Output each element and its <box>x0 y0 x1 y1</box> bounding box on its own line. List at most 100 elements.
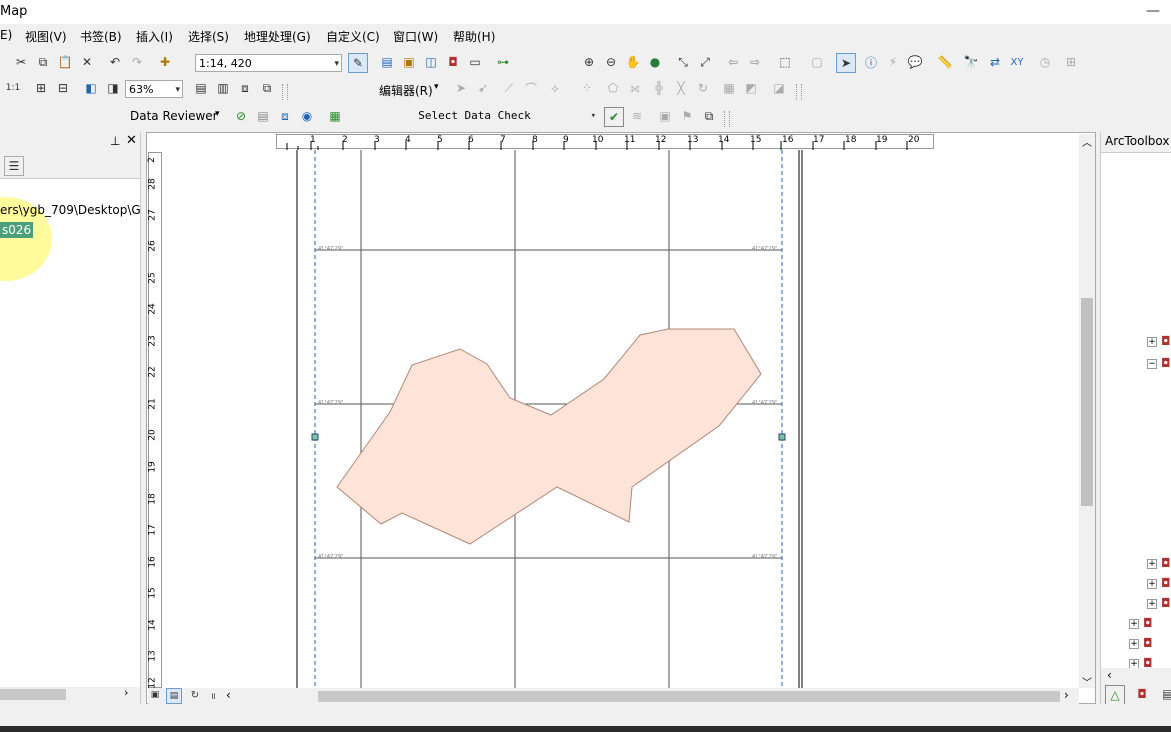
validate-icon[interactable]: ◉ <box>298 107 316 125</box>
select-data-check-combobox[interactable]: Select Data Check ▾ <box>348 107 598 125</box>
expand-icon[interactable]: + <box>1147 599 1157 609</box>
python-window-icon[interactable]: ▭ <box>466 53 484 71</box>
refresh-icon[interactable]: ↻ <box>188 688 202 702</box>
paste-icon[interactable]: 📋 <box>56 53 74 71</box>
batch-validate-icon[interactable]: ▦ <box>326 107 344 125</box>
menu-geoprocessing[interactable]: 地理处理(G) <box>244 28 311 45</box>
zoom-combobox[interactable]: 63% ▾ <box>125 80 183 98</box>
toggle-draft-mode-icon[interactable]: ▤ <box>192 79 210 97</box>
close-icon[interactable]: ✕ <box>126 133 137 148</box>
chevron-down-icon[interactable]: ▾ <box>215 109 220 119</box>
index-tab-icon[interactable]: ▤ <box>1159 685 1171 703</box>
toolbox-tab-icon[interactable]: ◘ <box>1133 685 1151 703</box>
expand-icon[interactable]: + <box>1147 559 1157 569</box>
editor-menu[interactable]: 编辑器(R) <box>379 82 433 99</box>
delete-icon[interactable]: ✕ <box>78 53 96 71</box>
layer-name[interactable]: s026 <box>0 222 34 238</box>
menu-windows[interactable]: 窗口(W) <box>393 28 438 45</box>
toc-hscroll-thumb[interactable] <box>0 689 66 700</box>
check-properties-icon[interactable]: ≋ <box>628 107 646 125</box>
find-route-icon[interactable]: ⇄ <box>986 53 1004 71</box>
data-reviewer-menu[interactable]: Data Reviewer <box>130 109 218 123</box>
toolbar-grip[interactable] <box>724 111 730 127</box>
next-extent-icon[interactable]: ◨ <box>104 79 122 97</box>
chevron-down-icon[interactable]: ▾ <box>334 55 339 73</box>
scroll-left-icon[interactable]: ‹ <box>226 688 231 702</box>
expand-icon[interactable]: + <box>1129 619 1139 629</box>
scroll-up-icon[interactable]: ︿ <box>1082 134 1092 149</box>
identify-icon[interactable]: ⓘ <box>862 53 880 71</box>
menu-view[interactable]: 视图(V) <box>25 28 67 45</box>
layout-canvas[interactable] <box>162 150 1078 688</box>
collapse-icon[interactable]: − <box>1147 359 1157 369</box>
editor-toolbar-icon[interactable]: ✎ <box>348 53 368 73</box>
reshape-icon[interactable]: ⟗ <box>626 79 644 97</box>
change-layout-icon[interactable]: ⧈ <box>236 79 254 97</box>
favorites-tab-icon[interactable]: △ <box>1105 685 1125 705</box>
data-driven-pages-icon[interactable]: ⧉ <box>258 79 276 97</box>
end-point-arc-icon[interactable]: ⌒ <box>522 79 540 97</box>
scroll-down-icon[interactable]: ﹀ <box>1082 674 1092 689</box>
arctoolbox-hscroll[interactable]: ‹ <box>1101 668 1171 684</box>
fixed-zoom-out-icon[interactable]: ⤢ <box>696 53 714 71</box>
chevron-down-icon[interactable]: ▾ <box>591 107 596 125</box>
table-of-contents-icon[interactable]: ▤ <box>378 53 396 71</box>
toolbar-grip[interactable] <box>796 84 802 100</box>
minimize-icon[interactable]: — <box>1140 0 1166 24</box>
reviewer-table-icon[interactable]: ▤ <box>254 107 272 125</box>
menu-edit[interactable]: E) <box>0 28 12 42</box>
measure-icon[interactable]: 📏 <box>936 53 954 71</box>
go-to-xy-icon[interactable]: XY <box>1008 53 1026 71</box>
data-source-path[interactable]: ers\ygb_709\Desktop\G <box>0 203 140 217</box>
expand-icon[interactable]: + <box>1129 639 1139 649</box>
scroll-right-icon[interactable]: › <box>1064 688 1069 702</box>
time-slider-icon[interactable]: ◷ <box>1036 53 1054 71</box>
run-check-icon[interactable]: ✔ <box>604 107 624 127</box>
search-window-icon[interactable]: ◫ <box>422 53 440 71</box>
full-extent-icon[interactable]: ● <box>646 53 664 71</box>
create-features-icon[interactable]: ◪ <box>770 79 788 97</box>
chevron-down-icon[interactable]: ▾ <box>175 81 180 99</box>
chevron-down-icon[interactable]: ▾ <box>434 82 439 92</box>
horizontal-scroll-thumb[interactable] <box>318 691 1060 702</box>
cut-polygons-icon[interactable]: ╬ <box>650 79 668 97</box>
browse-features-icon[interactable]: ⧈ <box>276 107 294 125</box>
edit-annotation-icon[interactable]: ➹ <box>474 79 492 97</box>
menu-customize[interactable]: 自定义(C) <box>326 28 380 45</box>
model-builder-icon[interactable]: ⊶ <box>494 53 512 71</box>
select-elements-icon[interactable]: ➤ <box>836 53 856 73</box>
error-inspector-icon[interactable]: ⧉ <box>700 107 718 125</box>
undo-icon[interactable]: ↶ <box>106 53 124 71</box>
hyperlink-icon[interactable]: ⚡ <box>884 53 902 71</box>
flag-icon[interactable]: ⚑ <box>678 107 696 125</box>
pause-icon[interactable]: ॥ <box>206 688 220 702</box>
pin-icon[interactable]: ⊥ <box>110 134 120 148</box>
find-icon[interactable]: 🔭 <box>962 53 980 71</box>
zoom-100-icon[interactable]: 1:1 <box>4 79 22 97</box>
sketch-properties-icon[interactable]: ◩ <box>742 79 760 97</box>
cut-icon[interactable]: ✂ <box>12 53 30 71</box>
menu-selection[interactable]: 选择(S) <box>188 28 229 45</box>
copy-icon[interactable]: ⧉ <box>34 53 52 71</box>
fixed-zoom-in-layout-icon[interactable]: ⊞ <box>32 79 50 97</box>
html-popup-icon[interactable]: 💬 <box>906 53 924 71</box>
menu-insert[interactable]: 插入(I) <box>136 28 173 45</box>
attributes-icon[interactable]: ▦ <box>720 79 738 97</box>
arctoolbox-icon[interactable]: ◘ <box>444 53 462 71</box>
copy-check-icon[interactable]: ▣ <box>656 107 674 125</box>
scroll-right-icon[interactable]: › <box>124 686 128 699</box>
split-tool-icon[interactable]: ╳ <box>672 79 690 97</box>
forward-icon[interactable]: ⇨ <box>746 53 764 71</box>
menu-help[interactable]: 帮助(H) <box>453 28 495 45</box>
scale-combobox[interactable]: 1:14, 420 ▾ <box>195 54 342 72</box>
reviewer-session-icon[interactable]: ⊘ <box>232 107 250 125</box>
fixed-zoom-in-icon[interactable]: ⤡ <box>674 53 692 71</box>
scroll-left-icon[interactable]: ‹ <box>1107 668 1112 682</box>
list-by-source-icon[interactable]: ☰ <box>4 156 24 176</box>
layout-view-icon[interactable]: ▤ <box>166 688 182 704</box>
expand-icon[interactable]: + <box>1147 337 1157 347</box>
point-icon[interactable]: ⁘ <box>578 79 596 97</box>
edit-vertices-icon[interactable]: ⬠ <box>604 79 622 97</box>
viewer-window-icon[interactable]: ⊞ <box>1062 53 1080 71</box>
clear-selection-icon[interactable]: ▢ <box>808 53 826 71</box>
